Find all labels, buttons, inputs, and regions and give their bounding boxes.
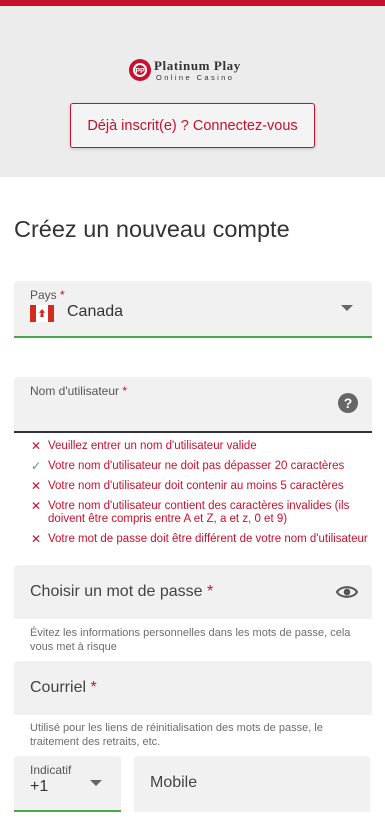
email-hint: Utilisé pour les liens de réinitialisati… (30, 722, 323, 748)
page-header: PP Platinum Play Online Casino Déjà insc… (0, 6, 385, 177)
password-hint: Évitez les informations personnelles dan… (30, 627, 351, 653)
validation-item: ✕ Veuillez entrer un nom d'utilisateur va… (31, 439, 257, 453)
chevron-down-icon (90, 780, 102, 786)
country-select[interactable]: Pays * Canada (14, 281, 372, 338)
casino-chip-icon: PP (129, 59, 151, 81)
canada-flag-icon (30, 305, 54, 322)
platinum-play-logo[interactable]: PP Platinum Play Online Casino (128, 52, 268, 86)
username-label: Nom d'utilisateur * (30, 384, 128, 398)
help-icon[interactable]: ? (338, 393, 358, 413)
country-label: Pays * (30, 288, 65, 302)
mobile-placeholder: Mobile (150, 774, 198, 791)
page-title: Créez un nouveau compte (14, 216, 290, 242)
email-field[interactable]: Courriel * (14, 661, 372, 715)
username-field[interactable]: Nom d'utilisateur * ? (14, 377, 372, 433)
error-x-icon: ✕ (31, 479, 42, 493)
logo-wordmark: Platinum Play (154, 58, 241, 73)
validation-item: ✕ Votre nom d'utilisateur contient des ca… (31, 499, 350, 526)
validation-item: ✕ Votre mot de passe doit être différent … (31, 532, 368, 546)
eye-icon[interactable] (336, 583, 358, 601)
validation-item: ✕ Votre nom d'utilisateur doit contenir a… (31, 479, 344, 493)
chevron-down-icon (341, 305, 353, 311)
mobile-field[interactable]: Mobile (134, 756, 370, 812)
country-value: Canada (67, 303, 124, 320)
check-icon: ✓ (31, 459, 42, 473)
error-x-icon: ✕ (31, 439, 42, 453)
login-button[interactable]: Déjà inscrit(e) ? Connectez-vous (70, 103, 315, 148)
svg-text:PP: PP (135, 68, 145, 75)
email-placeholder: Courriel * (30, 679, 97, 696)
username-validation-list: ✕ Veuillez entrer un nom d'utilisateur va… (31, 440, 376, 553)
dial-code-value: +1 (30, 778, 49, 795)
error-x-icon: ✕ (31, 532, 42, 546)
password-field[interactable]: Choisir un mot de passe * (14, 565, 372, 619)
validation-item: ✓ Votre nom d'utilisateur ne doit pas dép… (31, 459, 345, 473)
error-x-icon: ✕ (31, 499, 42, 513)
password-placeholder: Choisir un mot de passe * (30, 583, 214, 600)
dial-code-label: Indicatif (30, 763, 72, 777)
logo-tagline: Online Casino (156, 73, 235, 82)
dial-code-select[interactable]: Indicatif +1 (14, 756, 121, 812)
